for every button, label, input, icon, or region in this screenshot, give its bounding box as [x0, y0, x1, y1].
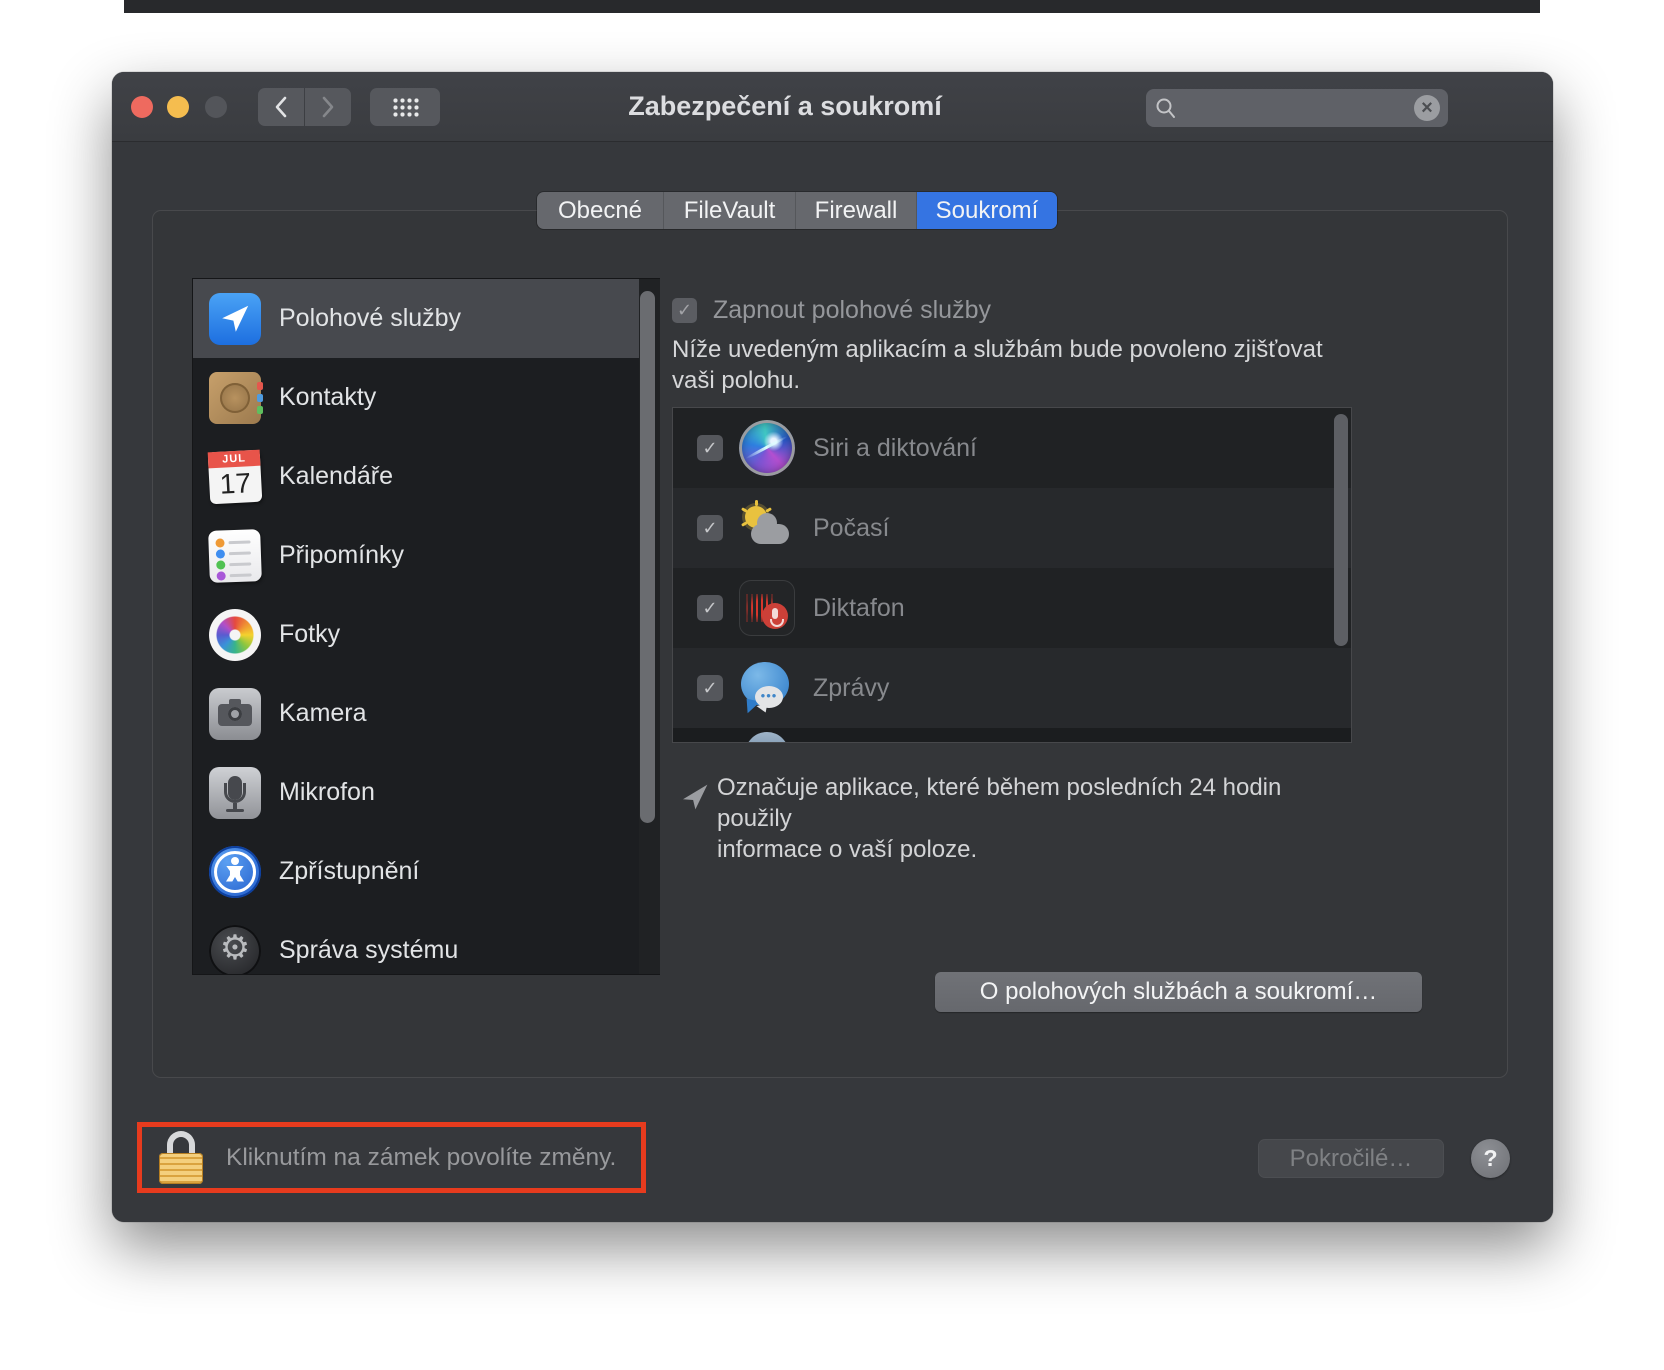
app-label: Zprávy [813, 674, 890, 702]
weather-icon [739, 500, 795, 556]
app-row-weather: Počasí [673, 488, 1351, 568]
chevron-left-icon [275, 96, 287, 118]
help-button[interactable]: ? [1471, 1139, 1510, 1178]
description-line-2: vaši polohu. [672, 367, 801, 394]
contacts-icon [209, 371, 263, 424]
messages-icon [739, 660, 795, 716]
window-title: Zabezpečení a soukromí [628, 90, 942, 121]
voice-memos-checkbox[interactable] [697, 595, 723, 621]
sidebar-item-camera[interactable]: Kamera [193, 674, 659, 753]
security-privacy-window: Zabezpečení a soukromí × Obecné FileVaul… [112, 72, 1553, 1222]
search-field[interactable]: × [1146, 89, 1448, 127]
sidebar-item-contacts[interactable]: Kontakty [193, 358, 659, 437]
sidebar-item-label: Polohové služby [279, 304, 462, 332]
search-icon [1156, 98, 1175, 118]
siri-icon [739, 420, 795, 476]
app-label: Diktafon [813, 594, 905, 622]
zoom-window-button [205, 96, 227, 118]
reminders-icon [208, 528, 262, 583]
minimize-window-button[interactable] [167, 96, 189, 118]
note-line-1: Označuje aplikace, které během posledníc… [717, 774, 1282, 832]
grid-icon [391, 97, 419, 117]
sidebar-item-label: Zpřístupnění [279, 857, 420, 885]
sidebar-item-label: Kontakty [279, 383, 377, 411]
accessibility-icon [209, 845, 261, 898]
siri-checkbox[interactable] [697, 435, 723, 461]
lock-icon[interactable] [158, 1130, 204, 1185]
sidebar-item-photos[interactable]: Fotky [193, 595, 659, 674]
sidebar-item-calendars[interactable]: JUL 17 Kalendáře [193, 437, 659, 516]
app-row-voice-memos: Diktafon [673, 568, 1351, 648]
tab-soukromi[interactable]: Soukromí [917, 192, 1057, 229]
voice-memos-icon [739, 580, 795, 636]
calendar-icon: JUL 17 [207, 449, 263, 504]
sidebar-item-reminders[interactable]: Připomínky [193, 516, 659, 595]
lock-message: Kliknutím na zámek povolíte změny. [226, 1143, 617, 1171]
show-all-preferences-button[interactable] [370, 88, 440, 126]
photos-icon [209, 608, 261, 661]
sidebar-scrollbar-thumb[interactable] [640, 291, 655, 823]
about-location-services-button[interactable]: O polohových službách a soukromí… [935, 972, 1422, 1012]
location-apps-list: Siri a diktování Počasí Diktafon [672, 407, 1352, 743]
app-label: Siri a diktování [813, 434, 977, 462]
sidebar-item-location-services[interactable]: Polohové služby [193, 279, 659, 358]
nav-button-group [258, 88, 351, 126]
weather-checkbox[interactable] [697, 515, 723, 541]
tab-filevault[interactable]: FileVault [664, 192, 796, 229]
search-input[interactable] [1178, 95, 1414, 121]
camera-icon [209, 687, 261, 740]
tab-bar: Obecné FileVault Firewall Soukromí [537, 192, 1057, 229]
enable-location-services-checkbox [672, 298, 697, 323]
note-line-2: informace o vaší poloze. [717, 836, 978, 863]
sidebar-item-system-administration[interactable]: ⚙ Správa systému [193, 911, 659, 974]
messages-checkbox[interactable] [697, 675, 723, 701]
system-gear-icon: ⚙ [209, 924, 261, 974]
chevron-right-icon [322, 96, 334, 118]
location-used-arrow-icon [680, 782, 710, 812]
screenshot-canvas: Zabezpečení a soukromí × Obecné FileVaul… [0, 0, 1664, 1370]
sidebar-item-microphone[interactable]: Mikrofon [193, 753, 659, 832]
advanced-button: Pokročilé… [1258, 1139, 1444, 1178]
app-row-messages: Zprávy [673, 648, 1351, 728]
sidebar-item-label: Mikrofon [279, 778, 375, 806]
description-line-1: Níže uvedeným aplikacím a službám bude p… [672, 336, 1323, 363]
app-row-siri: Siri a diktování [673, 408, 1351, 488]
sidebar-item-label: Kamera [279, 699, 367, 727]
sidebar-item-label: Připomínky [279, 541, 405, 569]
app-row-partial [673, 728, 1351, 742]
sidebar-item-label: Fotky [279, 620, 341, 648]
tab-obecne[interactable]: Obecné [537, 192, 664, 229]
location-services-description: Níže uvedeným aplikacím a službám bude p… [672, 334, 1332, 396]
menu-bar-edge [124, 0, 1540, 13]
partial-app-icon [745, 732, 789, 742]
privacy-sidebar: Polohové služby Kontakty JUL 17 Kalendář… [192, 278, 660, 975]
title-bar: Zabezpečení a soukromí × [112, 72, 1553, 142]
sidebar-item-accessibility[interactable]: Zpřístupnění [193, 832, 659, 911]
back-button[interactable] [258, 88, 304, 126]
clear-search-icon[interactable]: × [1414, 95, 1440, 121]
list-scrollbar-thumb[interactable] [1334, 414, 1348, 646]
microphone-icon [209, 766, 261, 819]
enable-location-services-label: Zapnout polohové služby [713, 296, 991, 324]
lock-annotation-red-box: Kliknutím na zámek povolíte změny. [137, 1122, 646, 1193]
app-label: Počasí [813, 514, 890, 542]
tab-firewall[interactable]: Firewall [796, 192, 917, 229]
location-usage-note: Označuje aplikace, které během posledníc… [717, 772, 1357, 865]
forward-button [305, 88, 351, 126]
sidebar-item-label: Kalendáře [279, 462, 393, 490]
location-arrow-icon [209, 292, 261, 345]
enable-location-services-row: Zapnout polohové služby [672, 296, 991, 325]
sidebar-item-label: Správa systému [279, 936, 459, 964]
calendar-day-label: 17 [218, 466, 252, 500]
sidebar-scrollbar-track[interactable] [639, 279, 660, 974]
close-window-button[interactable] [131, 96, 153, 118]
